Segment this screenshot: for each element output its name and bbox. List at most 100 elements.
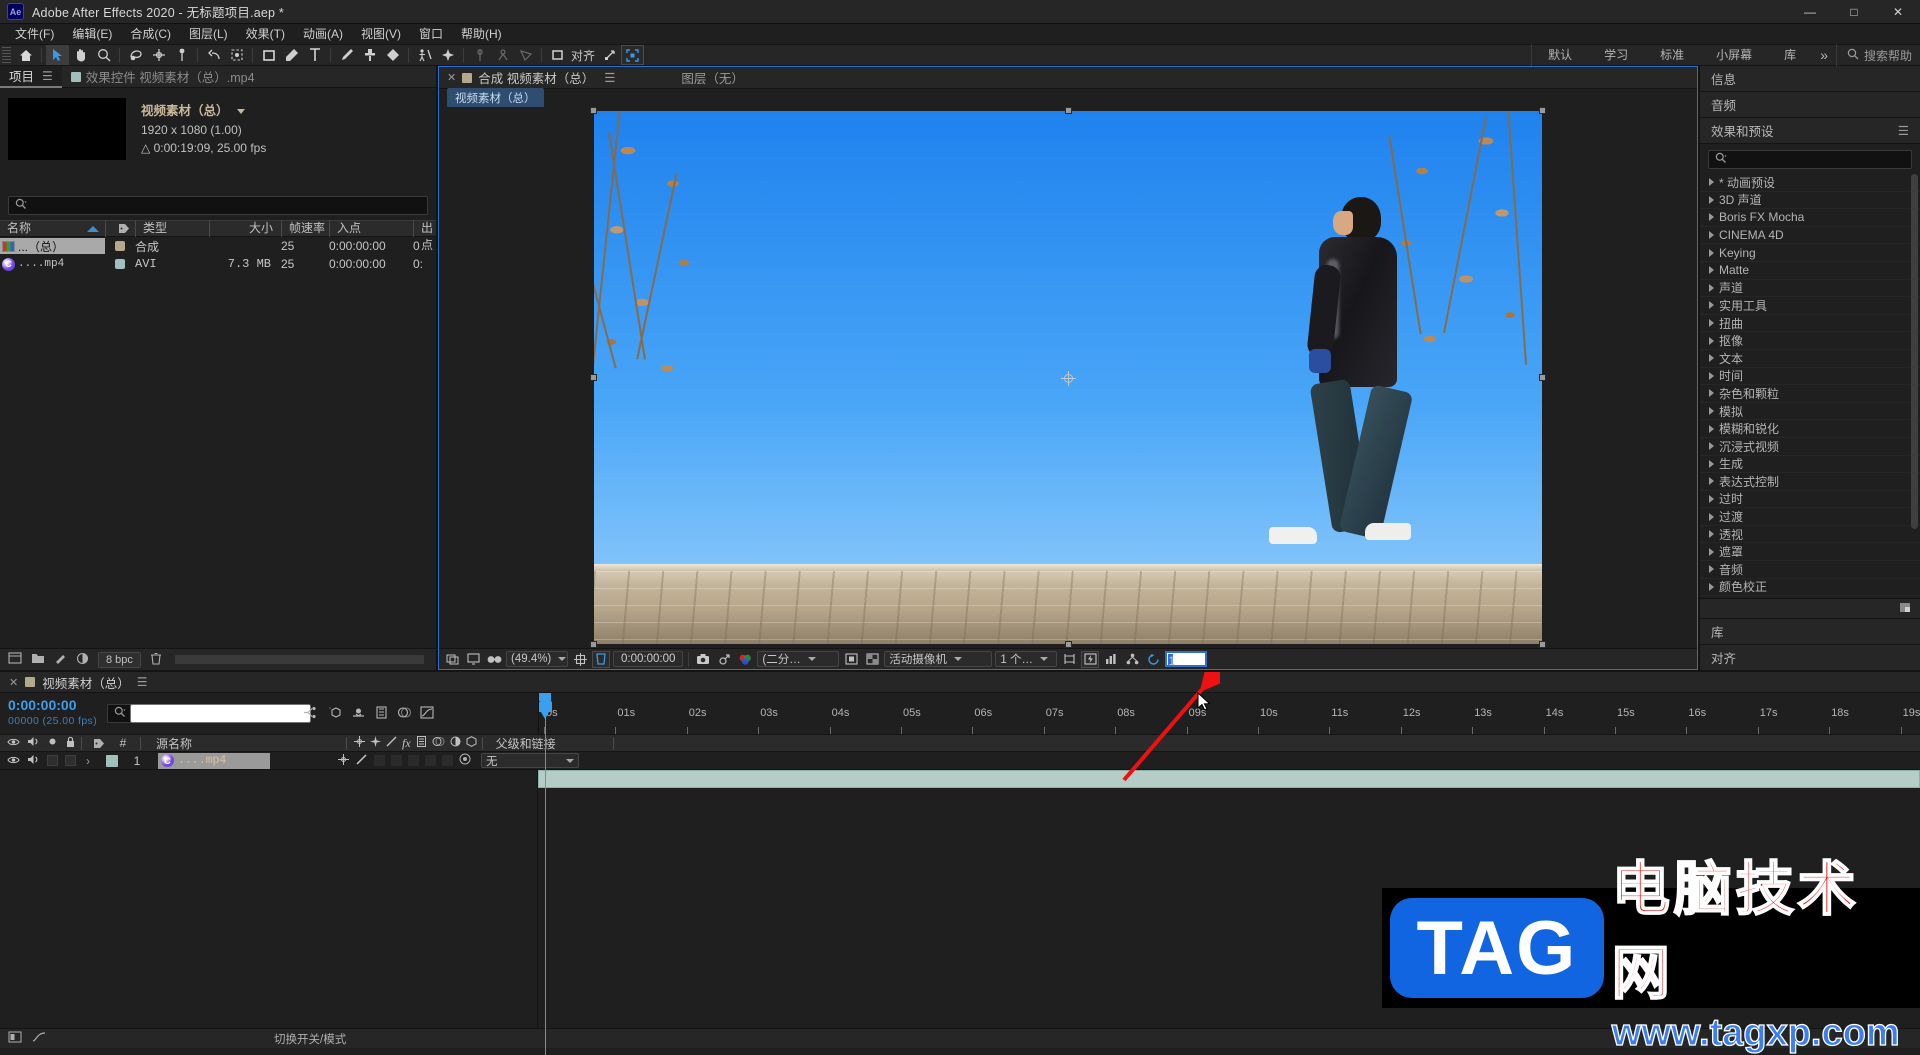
fx-category-color-correction[interactable]: 颜色校正 xyxy=(1700,579,1920,597)
panel-menu-icon[interactable]: ☰ xyxy=(1898,123,1909,138)
project-settings-icon[interactable] xyxy=(54,652,67,668)
chevron-right-icon[interactable] xyxy=(1709,284,1714,292)
chevron-right-icon[interactable] xyxy=(1709,337,1714,345)
maximize-button[interactable]: □ xyxy=(1832,0,1876,23)
selection-handle[interactable] xyxy=(1539,374,1546,381)
panel-menu-icon[interactable]: ☰ xyxy=(604,70,615,85)
fx-category-audio-channel[interactable]: 声道 xyxy=(1700,280,1920,298)
fx-category-time[interactable]: 时间 xyxy=(1700,368,1920,386)
resolution-roi-icon[interactable] xyxy=(571,651,589,668)
fx-category-text[interactable]: 文本 xyxy=(1700,350,1920,368)
layer-switch-anchor[interactable] xyxy=(338,754,349,768)
menu-help[interactable]: 帮助(H) xyxy=(452,24,511,44)
timeline-layer-area[interactable] xyxy=(0,770,538,1028)
chevron-right-icon[interactable] xyxy=(1709,548,1714,556)
menu-window[interactable]: 窗口 xyxy=(410,24,452,44)
workspace-tab-learn[interactable]: 学习 xyxy=(1588,44,1644,66)
close-button[interactable]: ✕ xyxy=(1876,0,1920,23)
layer-parent-select[interactable]: 无 xyxy=(481,753,579,768)
workspace-tab-default[interactable]: 默认 xyxy=(1532,44,1588,66)
panel-align[interactable]: 对齐 xyxy=(1700,644,1920,670)
audio-icon[interactable] xyxy=(27,736,40,750)
panel-effects-and-presets[interactable]: 效果和预设 ☰ xyxy=(1700,118,1920,144)
brush-tool-icon[interactable] xyxy=(335,45,358,65)
selection-handle[interactable] xyxy=(1539,107,1546,114)
panel-info[interactable]: 信息 xyxy=(1700,66,1920,92)
layer-switch-adjustment[interactable] xyxy=(425,755,436,766)
fx-category-blur-sharpen[interactable]: 模糊和锐化 xyxy=(1700,420,1920,438)
chevron-right-icon[interactable] xyxy=(1709,196,1714,204)
transparency-grid-icon[interactable] xyxy=(863,651,881,668)
chevron-right-icon[interactable] xyxy=(1709,460,1714,468)
effects-scrollbar[interactable] xyxy=(1911,174,1918,529)
effects-category-list[interactable]: * 动画预设 3D 声道 Boris FX Mocha CINEMA 4D Ke… xyxy=(1700,174,1920,598)
layer-parent-cell[interactable]: 无 xyxy=(471,752,579,770)
breadcrumb-item[interactable]: 视频素材（总） xyxy=(447,88,544,108)
fx-category-immersive-video[interactable]: 沉浸式视频 xyxy=(1700,438,1920,456)
chevron-right-icon[interactable] xyxy=(1709,249,1714,257)
layer-audio-icon[interactable] xyxy=(27,754,40,768)
fx-category-noise-grain[interactable]: 杂色和颗粒 xyxy=(1700,385,1920,403)
fx-category-matte-mask[interactable]: 遮罩 xyxy=(1700,543,1920,561)
panel-audio[interactable]: 音频 xyxy=(1700,92,1920,118)
column-fps[interactable]: 帧速率 xyxy=(281,220,329,237)
chevron-right-icon[interactable] xyxy=(1709,372,1714,380)
chevron-right-icon[interactable] xyxy=(1709,565,1714,573)
resolution-select[interactable]: (二分… xyxy=(757,651,839,667)
selection-tool-icon[interactable] xyxy=(46,45,69,65)
monitor-icon[interactable] xyxy=(464,651,482,668)
eraser-tool-icon[interactable] xyxy=(381,45,404,65)
workspace-tab-small-screen[interactable]: 小屏幕 xyxy=(1700,44,1768,66)
undo-arrow-icon[interactable] xyxy=(202,45,225,65)
views-count-select[interactable]: 1 个… xyxy=(995,651,1057,667)
snapshot-camera-icon[interactable] xyxy=(694,651,712,668)
layer-expand-icon[interactable]: › xyxy=(76,752,100,770)
toggle-switches-modes-label[interactable]: 切换开关/模式 xyxy=(274,1031,346,1047)
new-composition-icon[interactable] xyxy=(8,652,22,667)
timeline-search-box[interactable] xyxy=(107,704,287,723)
fast-previews-icon[interactable] xyxy=(1081,651,1099,668)
table-row[interactable]: ...（总） 合成 25 0:00:00:00 0 xyxy=(0,237,436,255)
minimize-button[interactable]: — xyxy=(1788,0,1832,23)
chevron-down-icon[interactable] xyxy=(237,109,245,114)
fx-category-utility[interactable]: 实用工具 xyxy=(1700,297,1920,315)
tab-effect-controls[interactable]: 效果控件 视频素材（总）.mp4 xyxy=(62,66,264,88)
close-icon[interactable]: ✕ xyxy=(9,676,18,689)
layer-visibility-icon[interactable] xyxy=(7,754,20,768)
selection-handle[interactable] xyxy=(1065,641,1072,648)
chevron-right-icon[interactable] xyxy=(1709,425,1714,433)
selection-handle[interactable] xyxy=(1065,107,1072,114)
motion-blur-icon[interactable] xyxy=(397,706,411,722)
layer-switch-quality[interactable] xyxy=(355,754,368,768)
chevron-right-icon[interactable] xyxy=(1709,513,1714,521)
layer-lock-toggle[interactable] xyxy=(65,755,76,766)
project-row-label[interactable] xyxy=(105,259,135,269)
zoom-tool-icon[interactable] xyxy=(92,45,115,65)
column-type[interactable]: 类型 xyxy=(135,220,209,237)
draft-3d-icon[interactable] xyxy=(327,706,342,722)
pixel-aspect-correction-icon[interactable] xyxy=(1060,651,1078,668)
chevron-right-icon[interactable] xyxy=(1709,583,1714,591)
lock-icon[interactable] xyxy=(65,736,76,751)
home-icon[interactable] xyxy=(14,45,37,65)
current-time-indicator[interactable] xyxy=(539,701,552,735)
source-name-header[interactable]: 源名称 xyxy=(146,735,341,752)
camera-view-select[interactable]: 活动摄像机 xyxy=(884,651,992,667)
fx-category-keying[interactable]: Keying xyxy=(1700,244,1920,262)
chevron-right-icon[interactable] xyxy=(1709,407,1714,415)
region-preview-icon[interactable] xyxy=(842,651,860,668)
project-row-name-cell[interactable]: ...（总） xyxy=(0,238,105,254)
layer-switch-fx[interactable] xyxy=(374,755,385,766)
panel-menu-icon[interactable]: ☰ xyxy=(42,69,53,83)
fx-category-animation-presets[interactable]: * 动画预设 xyxy=(1700,174,1920,192)
tab-composition[interactable]: ✕ 合成 视频素材（总） ☰ xyxy=(439,67,623,89)
puppet-tool-icon[interactable] xyxy=(413,45,436,65)
fx-category-matte-keying[interactable]: 抠像 xyxy=(1700,332,1920,350)
chevron-right-icon[interactable] xyxy=(1709,301,1714,309)
layer-source-name-box[interactable]: C ....mp4 xyxy=(158,753,270,769)
fx-category-simulation[interactable]: 模拟 xyxy=(1700,403,1920,421)
graph-editor-icon[interactable] xyxy=(420,706,434,722)
composition-canvas[interactable] xyxy=(594,111,1542,644)
new-effect-icon[interactable] xyxy=(1898,601,1912,617)
project-search-box[interactable] xyxy=(8,196,428,215)
